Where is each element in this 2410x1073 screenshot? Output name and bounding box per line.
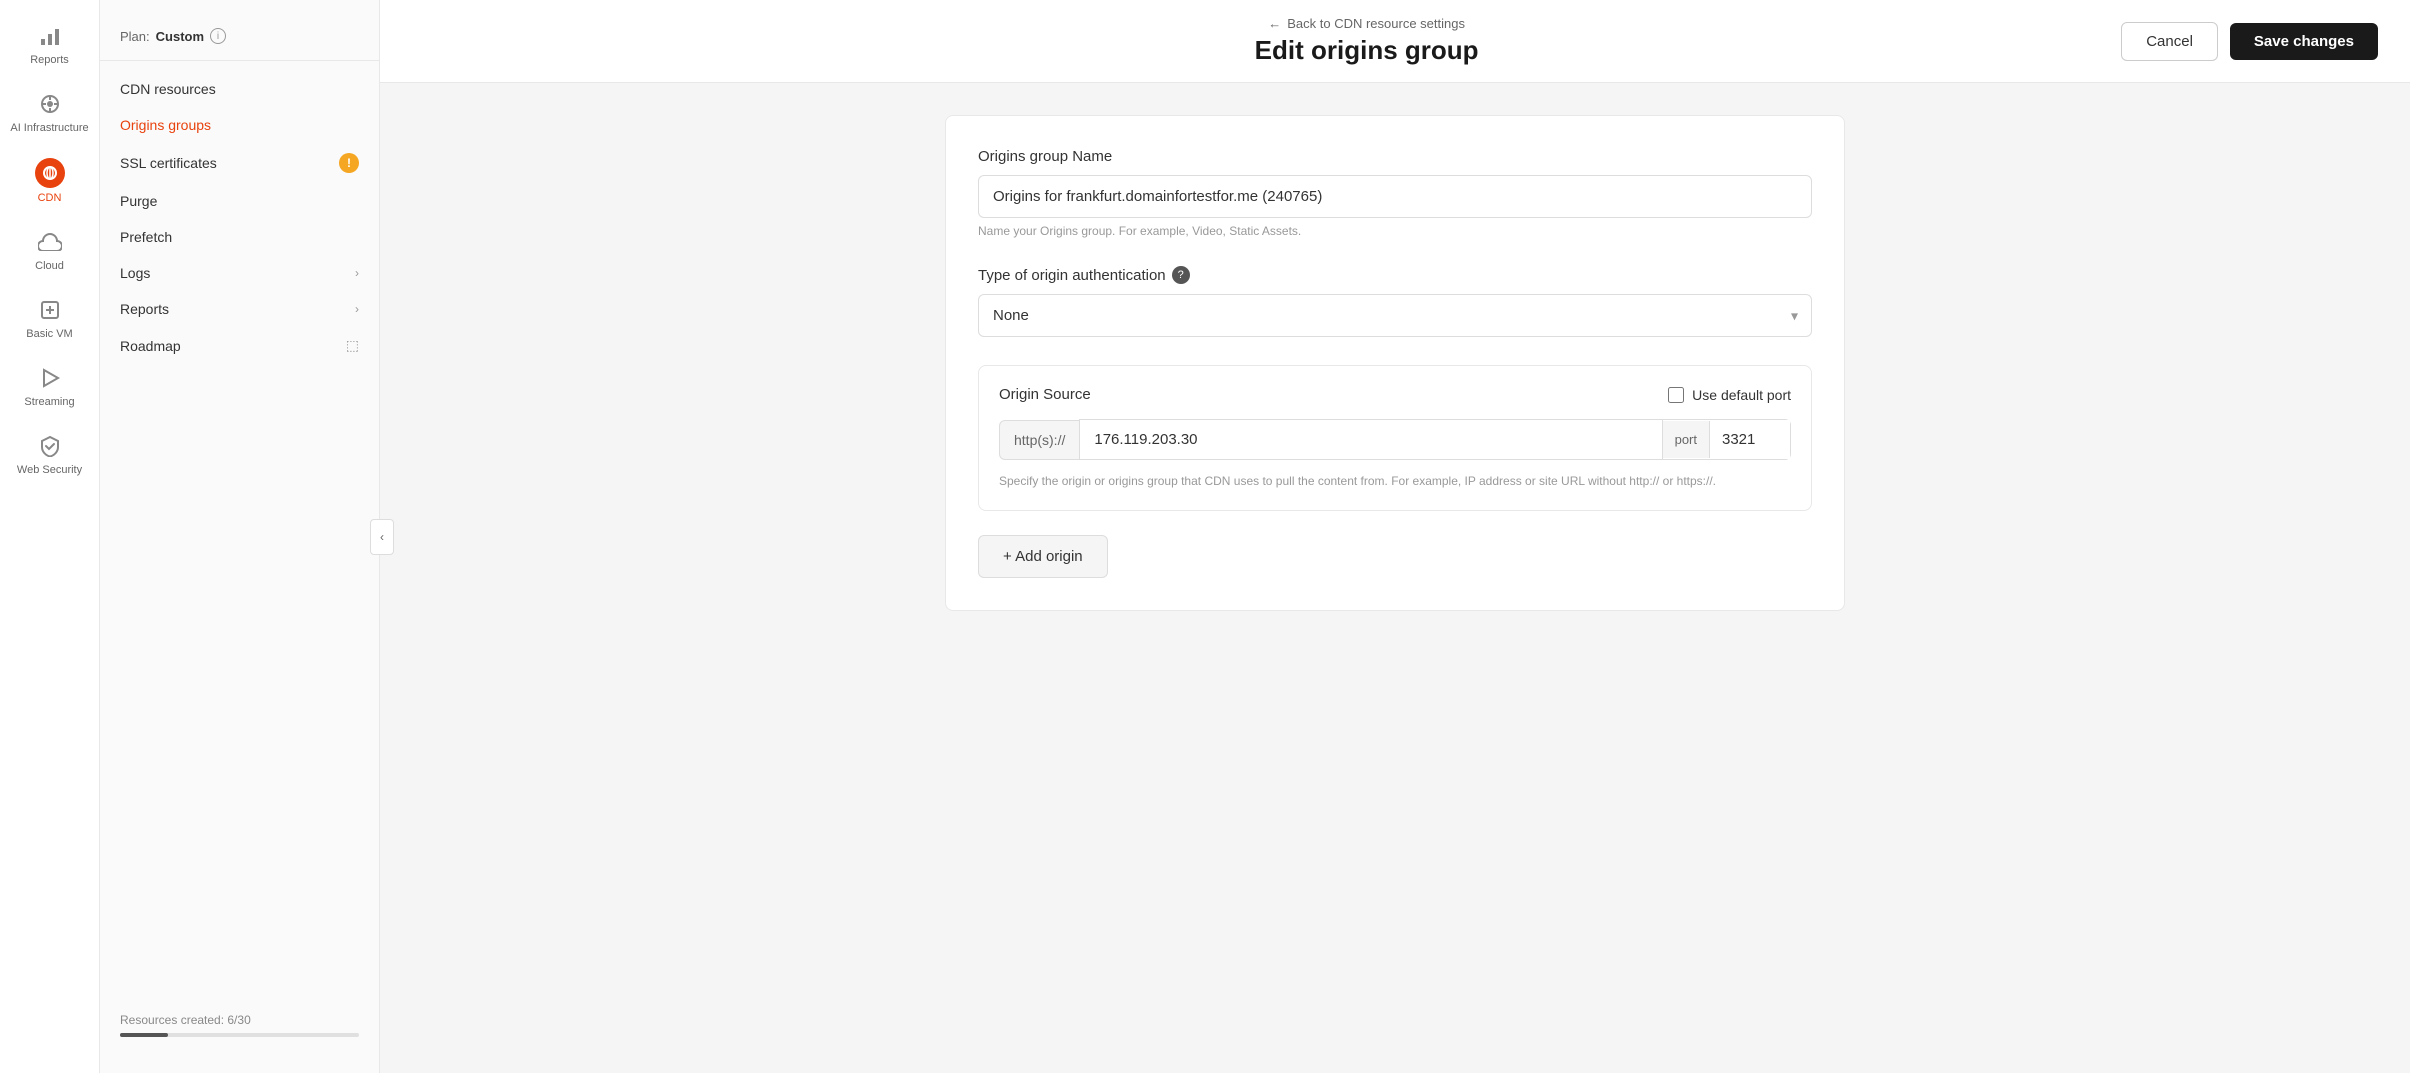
back-arrow-icon: ← bbox=[1268, 16, 1281, 31]
use-default-port-checkbox-label[interactable]: Use default port bbox=[1668, 387, 1791, 403]
sidebar-item-ai-label: AI Infrastructure bbox=[10, 122, 88, 134]
origin-source-title: Origin Source bbox=[999, 386, 1091, 403]
main-sidebar: Reports AI Infrastructure CDN Cloud Basi… bbox=[0, 0, 100, 1073]
plan-label: Plan: bbox=[120, 29, 150, 44]
nav-item-prefetch[interactable]: Prefetch bbox=[100, 219, 379, 255]
reports-icon bbox=[36, 22, 64, 50]
origin-input-row: http(s):// port bbox=[999, 419, 1791, 460]
origin-source-box: Origin Source Use default port http(s):/… bbox=[978, 365, 1812, 511]
port-label-text: port bbox=[1663, 421, 1710, 458]
auth-type-select[interactable]: None AWS Signature V4 Basic Auth bbox=[978, 294, 1812, 337]
protocol-label: http(s):// bbox=[999, 420, 1079, 460]
roadmap-external-icon: ⬚ bbox=[346, 337, 359, 354]
sidebar-item-streaming[interactable]: Streaming bbox=[0, 352, 99, 420]
nav-reports-label: Reports bbox=[120, 301, 169, 317]
header-actions: Cancel Save changes bbox=[2121, 22, 2378, 61]
nav-origins-groups-label: Origins groups bbox=[120, 117, 211, 133]
save-changes-button[interactable]: Save changes bbox=[2230, 23, 2378, 60]
sidebar-item-websecurity[interactable]: Web Security bbox=[0, 420, 99, 488]
sidebar-item-cdn[interactable]: CDN bbox=[0, 146, 99, 216]
resources-progress-track bbox=[120, 1033, 359, 1037]
sidebar-item-basicvm-label: Basic VM bbox=[26, 328, 72, 340]
logs-chevron-icon: › bbox=[355, 266, 359, 280]
form-card: Origins group Name Name your Origins gro… bbox=[945, 115, 1845, 611]
nav-item-roadmap[interactable]: Roadmap ⬚ bbox=[100, 327, 379, 364]
plan-name: Custom bbox=[156, 29, 204, 44]
origin-ip-input[interactable] bbox=[1079, 419, 1662, 460]
nav-item-ssl[interactable]: SSL certificates ! bbox=[100, 143, 379, 183]
page-title: Edit origins group bbox=[1255, 35, 1479, 66]
nav-logs-label: Logs bbox=[120, 265, 150, 281]
content-area: Origins group Name Name your Origins gro… bbox=[380, 83, 2410, 1073]
resources-bar: Resources created: 6/30 bbox=[100, 997, 379, 1053]
cloud-icon bbox=[36, 228, 64, 256]
cancel-button[interactable]: Cancel bbox=[2121, 22, 2218, 61]
nav-purge-label: Purge bbox=[120, 193, 157, 209]
auth-type-help-icon[interactable]: ? bbox=[1172, 266, 1190, 284]
origin-source-header: Origin Source Use default port bbox=[999, 386, 1791, 403]
page-header: ← Back to CDN resource settings Edit ori… bbox=[380, 0, 2410, 83]
sidebar-item-streaming-label: Streaming bbox=[24, 396, 74, 408]
ssl-warning-badge: ! bbox=[339, 153, 359, 173]
add-origin-button[interactable]: + Add origin bbox=[978, 535, 1108, 578]
port-box: port bbox=[1663, 419, 1791, 460]
nav-item-cdn-resources[interactable]: CDN resources bbox=[100, 71, 379, 107]
nav-item-logs[interactable]: Logs › bbox=[100, 255, 379, 291]
auth-type-group: Type of origin authentication ? None AWS… bbox=[978, 266, 1812, 337]
origins-group-name-hint: Name your Origins group. For example, Vi… bbox=[978, 224, 1812, 238]
origins-group-name-group: Origins group Name Name your Origins gro… bbox=[978, 148, 1812, 238]
sidebar-item-ai[interactable]: AI Infrastructure bbox=[0, 78, 99, 146]
secondary-sidebar: Plan: Custom i CDN resources Origins gro… bbox=[100, 0, 380, 1073]
use-default-port-label: Use default port bbox=[1692, 387, 1791, 403]
ai-icon bbox=[36, 90, 64, 118]
websecurity-icon bbox=[36, 432, 64, 460]
sidebar-item-cdn-label: CDN bbox=[38, 192, 62, 204]
plan-bar: Plan: Custom i bbox=[100, 20, 379, 61]
main-content: ← Back to CDN resource settings Edit ori… bbox=[380, 0, 2410, 1073]
reports-chevron-icon: › bbox=[355, 302, 359, 316]
nav-item-origins-groups[interactable]: Origins groups bbox=[100, 107, 379, 143]
basicvm-icon bbox=[36, 296, 64, 324]
nav-ssl-label: SSL certificates bbox=[120, 155, 217, 171]
nav-roadmap-label: Roadmap bbox=[120, 338, 181, 354]
sidebar-item-websecurity-label: Web Security bbox=[17, 464, 82, 476]
nav-prefetch-label: Prefetch bbox=[120, 229, 172, 245]
nav-cdn-resources-label: CDN resources bbox=[120, 81, 216, 97]
use-default-port-checkbox[interactable] bbox=[1668, 387, 1684, 403]
origins-group-name-label: Origins group Name bbox=[978, 148, 1812, 165]
resources-progress-fill bbox=[120, 1033, 168, 1037]
sidebar-item-reports-label: Reports bbox=[30, 54, 69, 66]
streaming-icon bbox=[36, 364, 64, 392]
nav-item-purge[interactable]: Purge bbox=[100, 183, 379, 219]
collapse-sidebar-button[interactable]: ‹ bbox=[370, 519, 394, 555]
auth-type-select-wrap: None AWS Signature V4 Basic Auth ▾ bbox=[978, 294, 1812, 337]
origin-hint: Specify the origin or origins group that… bbox=[999, 472, 1791, 490]
cdn-icon bbox=[35, 158, 65, 188]
sidebar-item-basicvm[interactable]: Basic VM bbox=[0, 284, 99, 352]
header-center: ← Back to CDN resource settings Edit ori… bbox=[1255, 16, 1479, 66]
nav-item-reports[interactable]: Reports › bbox=[100, 291, 379, 327]
sidebar-item-cloud-label: Cloud bbox=[35, 260, 64, 272]
sidebar-item-reports[interactable]: Reports bbox=[0, 10, 99, 78]
origins-group-name-input[interactable] bbox=[978, 175, 1812, 218]
back-link-text: Back to CDN resource settings bbox=[1287, 16, 1465, 31]
sidebar-item-cloud[interactable]: Cloud bbox=[0, 216, 99, 284]
resources-label: Resources created: 6/30 bbox=[120, 1013, 251, 1027]
plan-info-icon[interactable]: i bbox=[210, 28, 226, 44]
port-input[interactable] bbox=[1710, 420, 1790, 459]
auth-type-label: Type of origin authentication ? bbox=[978, 266, 1812, 284]
back-link[interactable]: ← Back to CDN resource settings bbox=[1268, 16, 1465, 31]
